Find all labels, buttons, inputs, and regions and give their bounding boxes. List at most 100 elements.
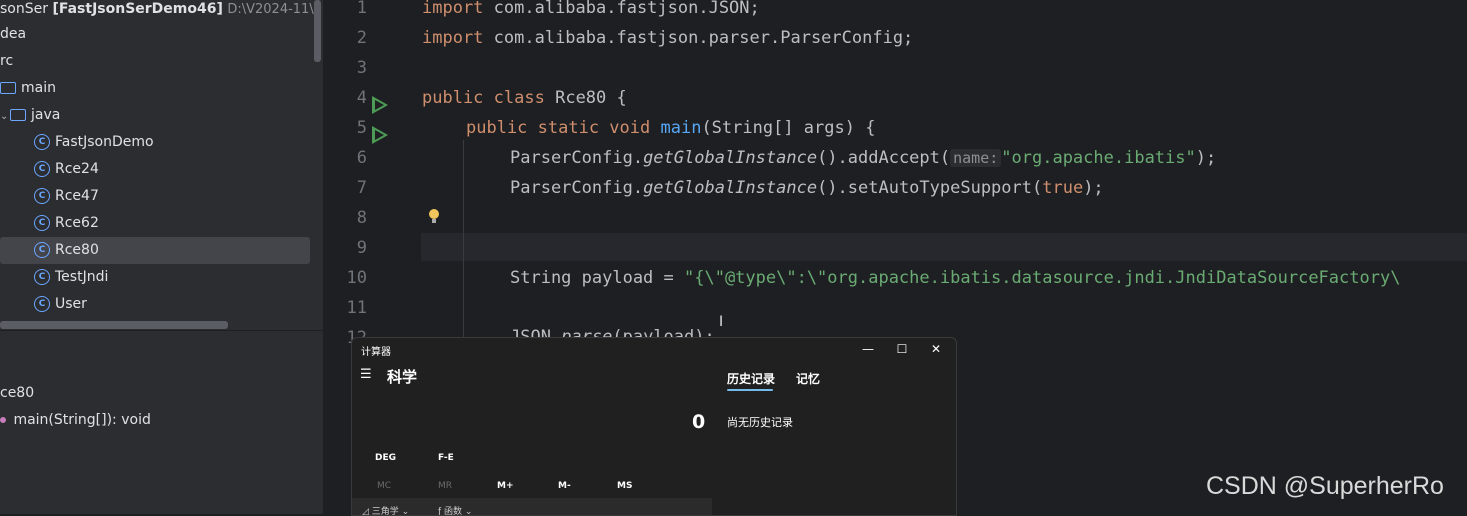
line-number: 11 <box>346 298 367 318</box>
tree-item-label: Rce62 <box>55 215 99 231</box>
tree-item[interactable]: C Rce62 <box>0 210 310 237</box>
close-button[interactable]: ✕ <box>921 340 951 358</box>
line-number: 6 <box>356 148 367 168</box>
code-text: com.alibaba.fastjson.parser.ParserConfig… <box>483 28 914 48</box>
string-literal: "{\"@type\":\"org.apache.ibatis.datasour… <box>684 268 1401 288</box>
tree-item[interactable]: rc <box>0 48 310 75</box>
tree-item[interactable]: C User <box>0 291 310 318</box>
code-text: ().addAccept( <box>817 148 951 168</box>
tree-item[interactable]: C Rce24 <box>0 156 310 183</box>
line-number: 9 <box>356 238 367 258</box>
tree-item-label: Rce24 <box>55 161 99 177</box>
code-text: com.alibaba.fastjson.JSON; <box>483 0 760 18</box>
project-panel: sonSer [FastJsonSerDemo46] D:\V2024-11\1… <box>0 0 323 514</box>
tree-item[interactable]: dea <box>0 21 310 48</box>
tree-item[interactable]: main <box>0 75 310 102</box>
tree-item-label: rc <box>0 53 14 69</box>
class-icon: C <box>34 161 50 177</box>
calculator-window[interactable]: 计算器 — ☐ ✕ ☰ 科学 历史记录 记忆 0 尚无历史记录 DEG F-E … <box>351 337 957 516</box>
tab-memory[interactable]: 记忆 <box>796 370 820 387</box>
maximize-button[interactable]: ☐ <box>887 340 917 358</box>
line-number: 2 <box>356 28 367 48</box>
m-minus-button[interactable]: M- <box>558 481 571 491</box>
chevron-down-icon[interactable]: ⌄ <box>0 103 10 130</box>
folder-icon <box>10 109 26 121</box>
text-cursor-icon: I <box>719 314 724 330</box>
line-number: 5 <box>356 118 367 138</box>
function-label: 函数 <box>444 507 463 516</box>
no-history-text: 尚无历史记录 <box>727 416 793 429</box>
run-class-icon[interactable] <box>372 96 388 114</box>
menu-icon[interactable]: ☰ <box>360 367 372 382</box>
keyword: public <box>422 88 484 108</box>
function-dropdown[interactable]: ƒ 函数 ⌄ <box>438 504 472 516</box>
method-icon <box>0 417 6 423</box>
code-text: ().setAutoTypeSupport( <box>817 178 1043 198</box>
mr-button[interactable]: MR <box>438 481 452 491</box>
line-number: 10 <box>346 268 367 288</box>
tree-item-label: FastJsonDemo <box>55 134 154 150</box>
calculator-mode: 科学 <box>387 368 418 386</box>
keyword: true <box>1042 178 1084 198</box>
tree-item-label: java <box>31 107 61 123</box>
code-line-4: public class Rce80 { <box>422 83 627 113</box>
line-number: 1 <box>356 0 367 18</box>
structure-class-label: ce80 <box>0 385 35 401</box>
line-number: 8 <box>356 208 367 228</box>
current-line-highlight <box>421 233 1467 261</box>
class-icon: C <box>34 242 50 258</box>
keyword: public static void <box>466 118 651 138</box>
tree-item[interactable]: C FastJsonDemo <box>0 129 310 156</box>
calculator-function-bar: ◿ 三角学 ⌄ ƒ 函数 ⌄ <box>352 498 712 515</box>
mc-button[interactable]: MC <box>377 481 391 491</box>
m-plus-button[interactable]: M+ <box>497 481 514 491</box>
static-call: getGlobalInstance <box>643 148 818 168</box>
tree-item-label: Rce47 <box>55 188 99 204</box>
code-line-10: String payload = "{\"@type\":\"org.apach… <box>510 263 1400 293</box>
class-icon: C <box>34 134 50 150</box>
indent-guide <box>463 140 464 340</box>
run-main-icon[interactable] <box>372 126 388 144</box>
lightbulb-icon[interactable] <box>429 209 439 223</box>
structure-class[interactable]: ce80 <box>0 385 34 401</box>
class-icon: C <box>34 296 50 312</box>
tree-item[interactable]: C Rce47 <box>0 183 310 210</box>
watermark: CSDN @SuperherRo <box>1206 472 1444 500</box>
keyword: class <box>493 88 545 108</box>
tree-item-label: TestJndi <box>55 269 109 285</box>
code-text: (String[] args) { <box>701 118 876 138</box>
tree-vertical-scrollbar[interactable] <box>314 0 321 62</box>
string-literal: "org.apache.ibatis" <box>1001 148 1196 168</box>
trig-label: 三角学 <box>371 507 399 516</box>
tree-item[interactable]: C Rce80 <box>0 237 310 264</box>
code-text: ParserConfig. <box>510 148 644 168</box>
tree-item-label: Rce80 <box>55 242 99 258</box>
tree-item[interactable]: C TestJndi <box>0 264 310 291</box>
tree-item[interactable]: ⌄ java <box>0 102 310 129</box>
code-text: Rce80 { <box>544 88 627 108</box>
code-line-2: import com.alibaba.fastjson.parser.Parse… <box>422 23 913 53</box>
tab-history[interactable]: 历史记录 <box>727 370 775 387</box>
panel-divider[interactable] <box>0 330 323 331</box>
keyword: import <box>422 28 484 48</box>
code-line-6: ParserConfig.getGlobalInstance().addAcce… <box>510 143 1216 173</box>
folder-icon <box>0 82 16 94</box>
tree-item-label: main <box>21 80 56 96</box>
structure-method[interactable]: main(String[]): void <box>0 412 151 428</box>
ms-button[interactable]: MS <box>617 481 632 491</box>
code-text: ParserConfig. <box>510 178 644 198</box>
calculator-display: 0 <box>692 411 706 433</box>
tree-item-label: dea <box>0 26 27 42</box>
trig-dropdown[interactable]: ◿ 三角学 ⌄ <box>362 504 409 516</box>
tree-horizontal-scrollbar[interactable] <box>0 321 228 329</box>
line-number: 3 <box>356 58 367 78</box>
active-tab-indicator <box>727 389 773 391</box>
class-icon: C <box>34 269 50 285</box>
project-header[interactable]: sonSer [FastJsonSerDemo46] D:\V2024-11\1… <box>0 0 323 20</box>
deg-button[interactable]: DEG <box>375 453 396 463</box>
structure-method-label: main(String[]): void <box>13 412 151 428</box>
calculator-title: 计算器 <box>361 347 391 358</box>
code-line-1: import com.alibaba.fastjson.JSON; <box>422 0 760 23</box>
fe-button[interactable]: F-E <box>438 453 454 463</box>
minimize-button[interactable]: — <box>853 340 883 358</box>
